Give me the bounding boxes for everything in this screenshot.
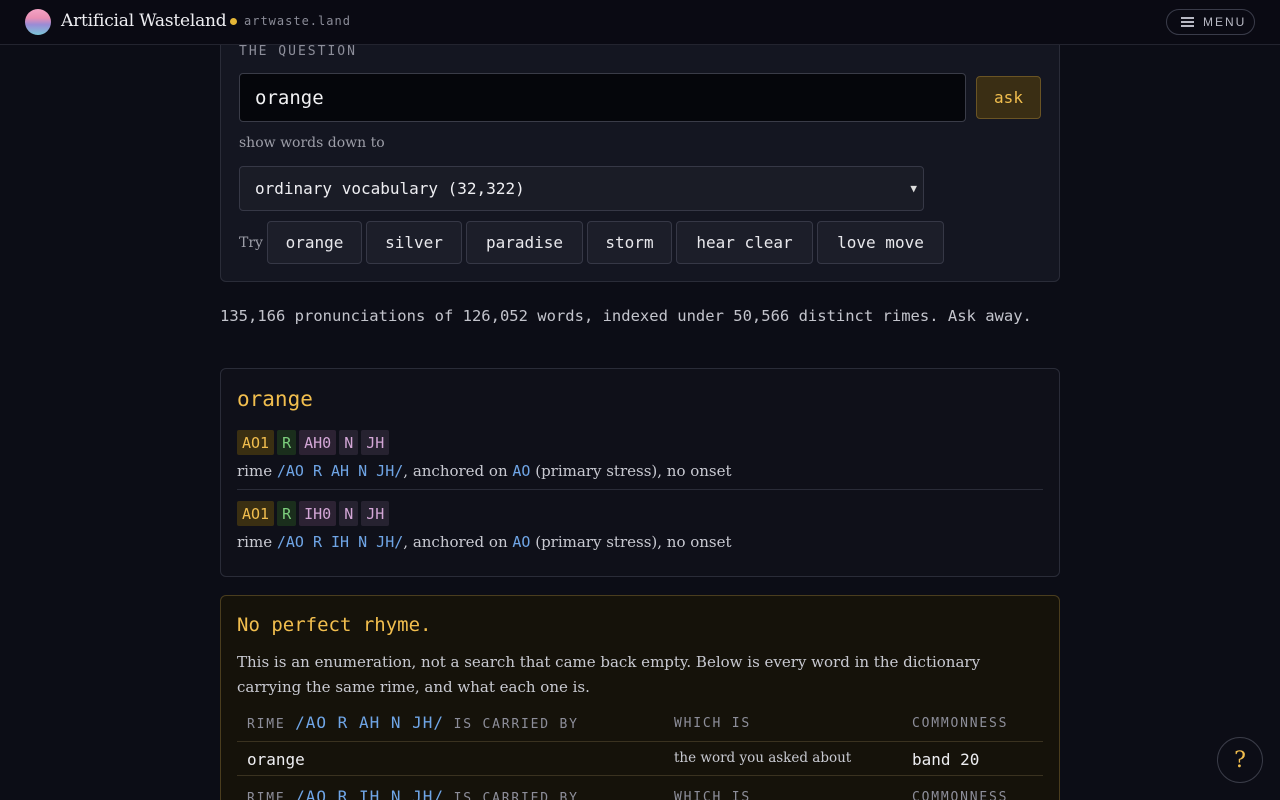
rime-description: rime /AO R AH N JH/, anchored on AO (pri… bbox=[237, 462, 732, 480]
phoneme-chip: IH0 bbox=[299, 501, 337, 526]
phoneme-chip: JH bbox=[361, 430, 390, 455]
phoneme-chip: R bbox=[277, 501, 297, 526]
hamburger-icon bbox=[1181, 17, 1194, 27]
header-rime: /AO R AH N JH/ bbox=[295, 713, 444, 732]
divider bbox=[237, 489, 1043, 490]
try-word-button[interactable]: love move bbox=[817, 221, 944, 264]
domain-label: artwaste.land bbox=[244, 14, 351, 28]
question-input[interactable] bbox=[239, 73, 966, 122]
rime-description: rime /AO R IH N JH/, anchored on AO (pri… bbox=[237, 533, 732, 551]
word-title: orange bbox=[237, 387, 313, 411]
phoneme-chip: JH bbox=[361, 501, 390, 526]
table-header-commonness: COMMONNESS bbox=[912, 716, 1009, 731]
anchor-text: , anchored on bbox=[403, 462, 513, 480]
phoneme-chip: AO1 bbox=[237, 501, 275, 526]
anchor-value: AO bbox=[512, 462, 531, 480]
top-nav: Artificial Wasteland artwaste.land MENU bbox=[0, 0, 1280, 45]
table-header-commonness: COMMONNESS bbox=[912, 790, 1009, 800]
no-rhyme-title: No perfect rhyme. bbox=[237, 614, 432, 636]
header-rime: /AO R IH N JH/ bbox=[295, 787, 444, 800]
phoneme-row: AO1 R IH0 N JH bbox=[237, 501, 390, 526]
table-header-which: WHICH IS bbox=[674, 790, 752, 800]
table-header-rime: RIME /AO R IH N JH/ IS CARRIED BY bbox=[247, 787, 579, 800]
header-prefix: RIME bbox=[247, 717, 296, 732]
header-prefix: RIME bbox=[247, 791, 296, 800]
header-suffix: IS CARRIED BY bbox=[444, 791, 579, 800]
try-label: Try bbox=[239, 235, 263, 251]
help-button[interactable]: ? bbox=[1217, 737, 1263, 783]
phoneme-chip: R bbox=[277, 430, 297, 455]
chevron-down-icon: ▼ bbox=[910, 182, 917, 195]
rime-prefix: rime bbox=[237, 533, 277, 551]
try-word-button[interactable]: paradise bbox=[466, 221, 583, 264]
phoneme-chip: N bbox=[339, 501, 359, 526]
try-word-button[interactable]: hear clear bbox=[676, 221, 813, 264]
show-words-label: show words down to bbox=[239, 135, 385, 151]
table-divider bbox=[237, 741, 1043, 742]
brand-name[interactable]: Artificial Wasteland bbox=[61, 11, 227, 31]
anchor-value: AO bbox=[512, 533, 531, 551]
dictionary-stats: 135,166 pronunciations of 126,052 words,… bbox=[220, 307, 1032, 325]
ask-button[interactable]: ask bbox=[976, 76, 1041, 119]
rime-tail: (primary stress), no onset bbox=[530, 462, 732, 480]
phoneme-chip: AH0 bbox=[299, 430, 337, 455]
try-word-button[interactable]: storm bbox=[587, 221, 672, 264]
try-word-button[interactable]: silver bbox=[366, 221, 462, 264]
vocabulary-select[interactable]: ordinary vocabulary (32,322) ▼ bbox=[239, 166, 924, 211]
rime-value: /AO R IH N JH/ bbox=[276, 533, 404, 551]
status-dot-icon bbox=[230, 18, 237, 25]
vocabulary-selected-value: ordinary vocabulary (32,322) bbox=[255, 179, 525, 198]
rime-value: /AO R AH N JH/ bbox=[276, 462, 404, 480]
table-header-rime: RIME /AO R AH N JH/ IS CARRIED BY bbox=[247, 713, 579, 732]
no-rhyme-text: This is an enumeration, not a search tha… bbox=[237, 653, 981, 696]
rime-tail: (primary stress), no onset bbox=[530, 533, 732, 551]
menu-button[interactable]: MENU bbox=[1166, 9, 1255, 35]
phoneme-chip: N bbox=[339, 430, 359, 455]
phoneme-row: AO1 R AH0 N JH bbox=[237, 430, 390, 455]
phoneme-chip: AO1 bbox=[237, 430, 275, 455]
logo-icon[interactable] bbox=[25, 9, 51, 35]
question-label: THE QUESTION bbox=[239, 44, 357, 59]
header-suffix: IS CARRIED BY bbox=[444, 717, 579, 732]
table-cell-commonness: band 20 bbox=[912, 750, 980, 769]
table-cell-which: the word you asked about bbox=[674, 750, 852, 766]
rime-prefix: rime bbox=[237, 462, 277, 480]
table-divider bbox=[237, 775, 1043, 776]
try-word-button[interactable]: orange bbox=[267, 221, 362, 264]
anchor-text: , anchored on bbox=[403, 533, 513, 551]
menu-label: MENU bbox=[1203, 15, 1247, 29]
table-header-which: WHICH IS bbox=[674, 716, 752, 731]
table-cell-word[interactable]: orange bbox=[247, 750, 305, 769]
